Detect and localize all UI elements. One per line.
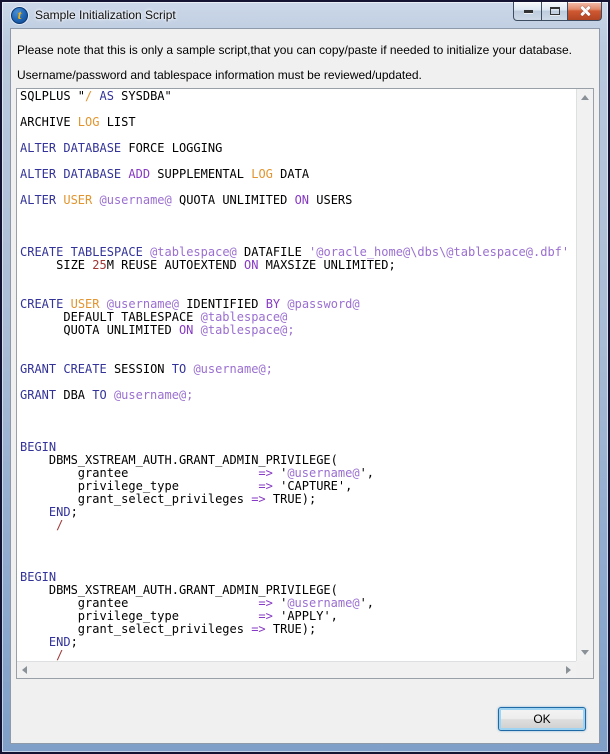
app-icon-letter: t bbox=[17, 7, 22, 22]
maximize-button[interactable] bbox=[541, 2, 568, 21]
minimize-icon bbox=[524, 10, 533, 13]
maximize-icon bbox=[550, 7, 560, 15]
ok-button[interactable]: OK bbox=[498, 707, 586, 731]
vertical-scrollbar[interactable] bbox=[576, 89, 593, 661]
scroll-up-icon[interactable] bbox=[581, 95, 589, 100]
scroll-right-icon[interactable] bbox=[566, 666, 571, 674]
intro-line-2: Username/password and tablespace informa… bbox=[17, 68, 422, 82]
close-button[interactable] bbox=[567, 2, 602, 21]
caption-buttons bbox=[513, 2, 602, 21]
close-icon bbox=[579, 5, 591, 17]
app-icon: t bbox=[11, 7, 28, 24]
scroll-down-icon[interactable] bbox=[581, 650, 589, 655]
window-title: Sample Initialization Script bbox=[35, 8, 176, 22]
dialog-body: Please note that this is only a sample s… bbox=[10, 28, 600, 744]
script-text: SQLPLUS "/ AS SYSDBA" ARCHIVE LOG LIST A… bbox=[20, 89, 570, 662]
horizontal-scrollbar[interactable] bbox=[17, 661, 576, 678]
scroll-left-icon[interactable] bbox=[22, 666, 27, 674]
dialog-window: t Sample Initialization Script Please no… bbox=[0, 0, 610, 754]
intro-line-1: Please note that this is only a sample s… bbox=[17, 43, 572, 57]
scrollbar-corner bbox=[576, 661, 593, 678]
script-textarea[interactable]: SQLPLUS "/ AS SYSDBA" ARCHIVE LOG LIST A… bbox=[16, 88, 594, 679]
minimize-button[interactable] bbox=[513, 2, 542, 21]
